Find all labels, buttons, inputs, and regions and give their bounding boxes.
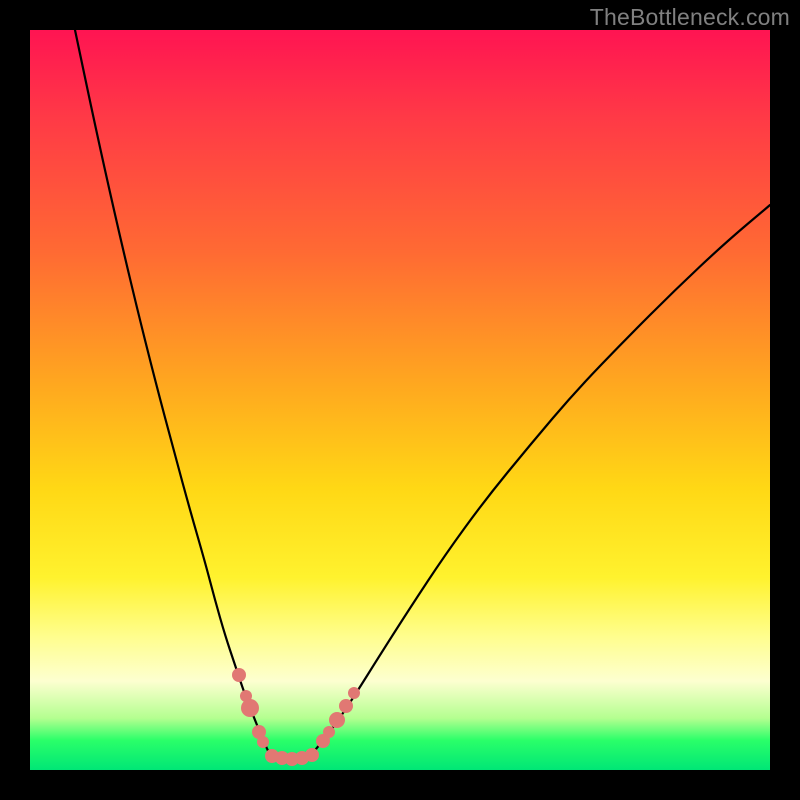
left-curve bbox=[75, 30, 270, 755]
marker-group bbox=[232, 668, 360, 766]
data-marker bbox=[257, 736, 269, 748]
chart-svg bbox=[30, 30, 770, 770]
data-marker bbox=[232, 668, 246, 682]
data-marker bbox=[305, 748, 319, 762]
data-marker bbox=[241, 699, 259, 717]
data-marker bbox=[348, 687, 360, 699]
outer-frame: TheBottleneck.com bbox=[0, 0, 800, 800]
right-curve bbox=[310, 205, 770, 756]
plot-area bbox=[30, 30, 770, 770]
data-marker bbox=[329, 712, 345, 728]
data-marker bbox=[339, 699, 353, 713]
data-marker bbox=[323, 726, 335, 738]
watermark-text: TheBottleneck.com bbox=[590, 4, 790, 31]
